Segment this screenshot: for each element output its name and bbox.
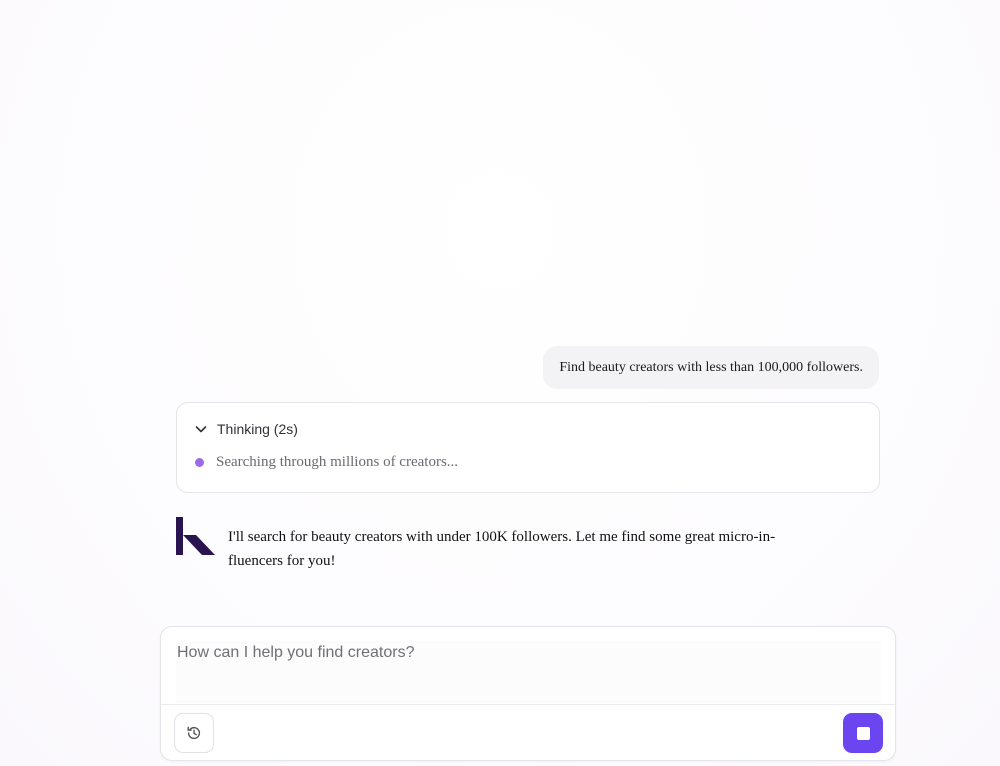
stop-button[interactable]	[843, 713, 883, 753]
assistant-message: I'll search for beauty creators with und…	[176, 517, 836, 573]
composer-divider	[161, 704, 895, 705]
assistant-message-text: I'll search for beauty creators with und…	[228, 529, 776, 569]
thinking-label: Thinking (2s)	[217, 421, 298, 437]
chevron-down-icon	[195, 426, 207, 433]
chat-page: Find beauty creators with less than 100,…	[0, 0, 1000, 766]
history-icon	[187, 726, 201, 740]
thinking-toggle[interactable]: Thinking (2s)	[194, 421, 298, 437]
status-dot	[195, 458, 204, 467]
thinking-card: Thinking (2s) Searching through millions…	[176, 402, 880, 493]
thinking-status: Searching through millions of creators..…	[195, 454, 458, 471]
user-message-bubble: Find beauty creators with less than 100,…	[543, 346, 879, 389]
history-button[interactable]	[174, 713, 214, 753]
thinking-status-text: Searching through millions of creators..…	[216, 454, 459, 470]
user-message-text: Find beauty creators with less than 100,…	[559, 359, 863, 375]
prompt-input[interactable]	[176, 641, 881, 703]
brand-logo-icon	[176, 517, 215, 555]
stop-icon	[856, 726, 870, 740]
composer	[160, 626, 896, 761]
